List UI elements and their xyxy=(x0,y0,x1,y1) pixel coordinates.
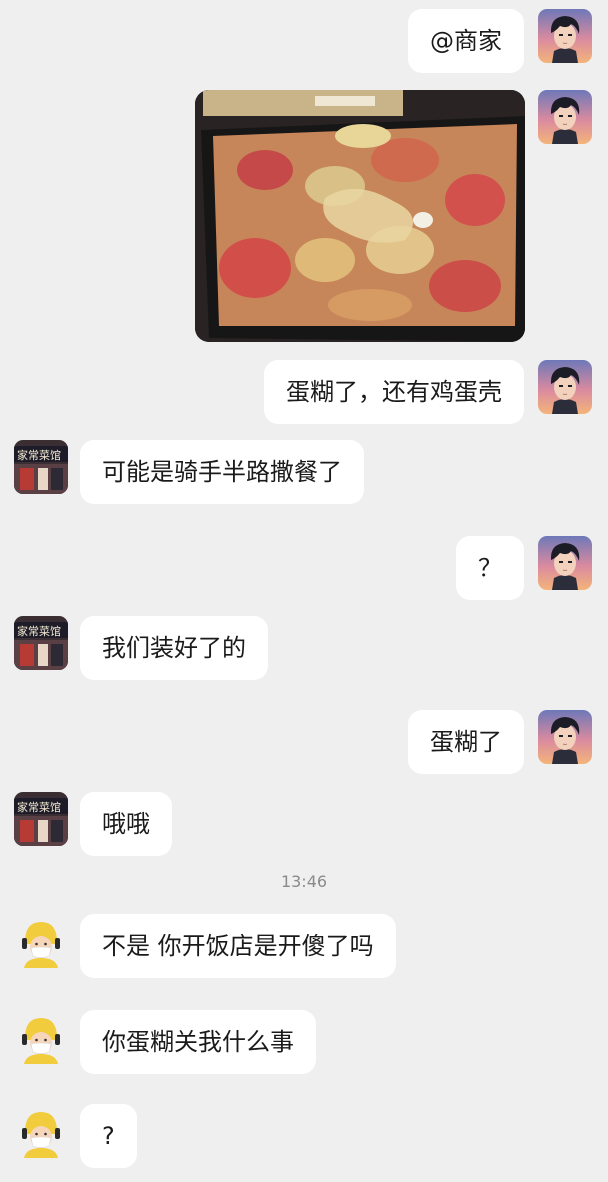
message-bubble[interactable]: 不是 你开饭店是开傻了吗 xyxy=(80,914,396,978)
rider-avatar[interactable] xyxy=(14,1104,68,1158)
message-bubble[interactable]: 哦哦 xyxy=(80,792,172,856)
message-timestamp: 13:46 xyxy=(280,872,328,891)
restaurant-avatar[interactable] xyxy=(14,440,68,494)
rider-avatar[interactable] xyxy=(14,914,68,968)
restaurant-avatar[interactable] xyxy=(14,792,68,846)
message-bubble[interactable]: 你蛋糊关我什么事 xyxy=(80,1010,316,1074)
rider-avatar[interactable] xyxy=(14,1010,68,1064)
message-bubble[interactable]: @商家 xyxy=(408,9,524,73)
customer-avatar[interactable] xyxy=(538,710,592,764)
customer-avatar[interactable] xyxy=(538,536,592,590)
message-bubble[interactable]: ? xyxy=(80,1104,137,1168)
customer-avatar[interactable] xyxy=(538,360,592,414)
customer-avatar[interactable] xyxy=(538,9,592,63)
message-bubble[interactable]: 蛋糊了 xyxy=(408,710,524,774)
message-bubble[interactable]: 我们装好了的 xyxy=(80,616,268,680)
message-bubble[interactable]: 蛋糊了，还有鸡蛋壳 xyxy=(264,360,524,424)
food-photo[interactable] xyxy=(195,90,525,342)
message-bubble[interactable]: ？ xyxy=(456,536,524,600)
customer-avatar[interactable] xyxy=(538,90,592,144)
restaurant-avatar[interactable] xyxy=(14,616,68,670)
message-bubble[interactable]: 可能是骑手半路撒餐了 xyxy=(80,440,364,504)
